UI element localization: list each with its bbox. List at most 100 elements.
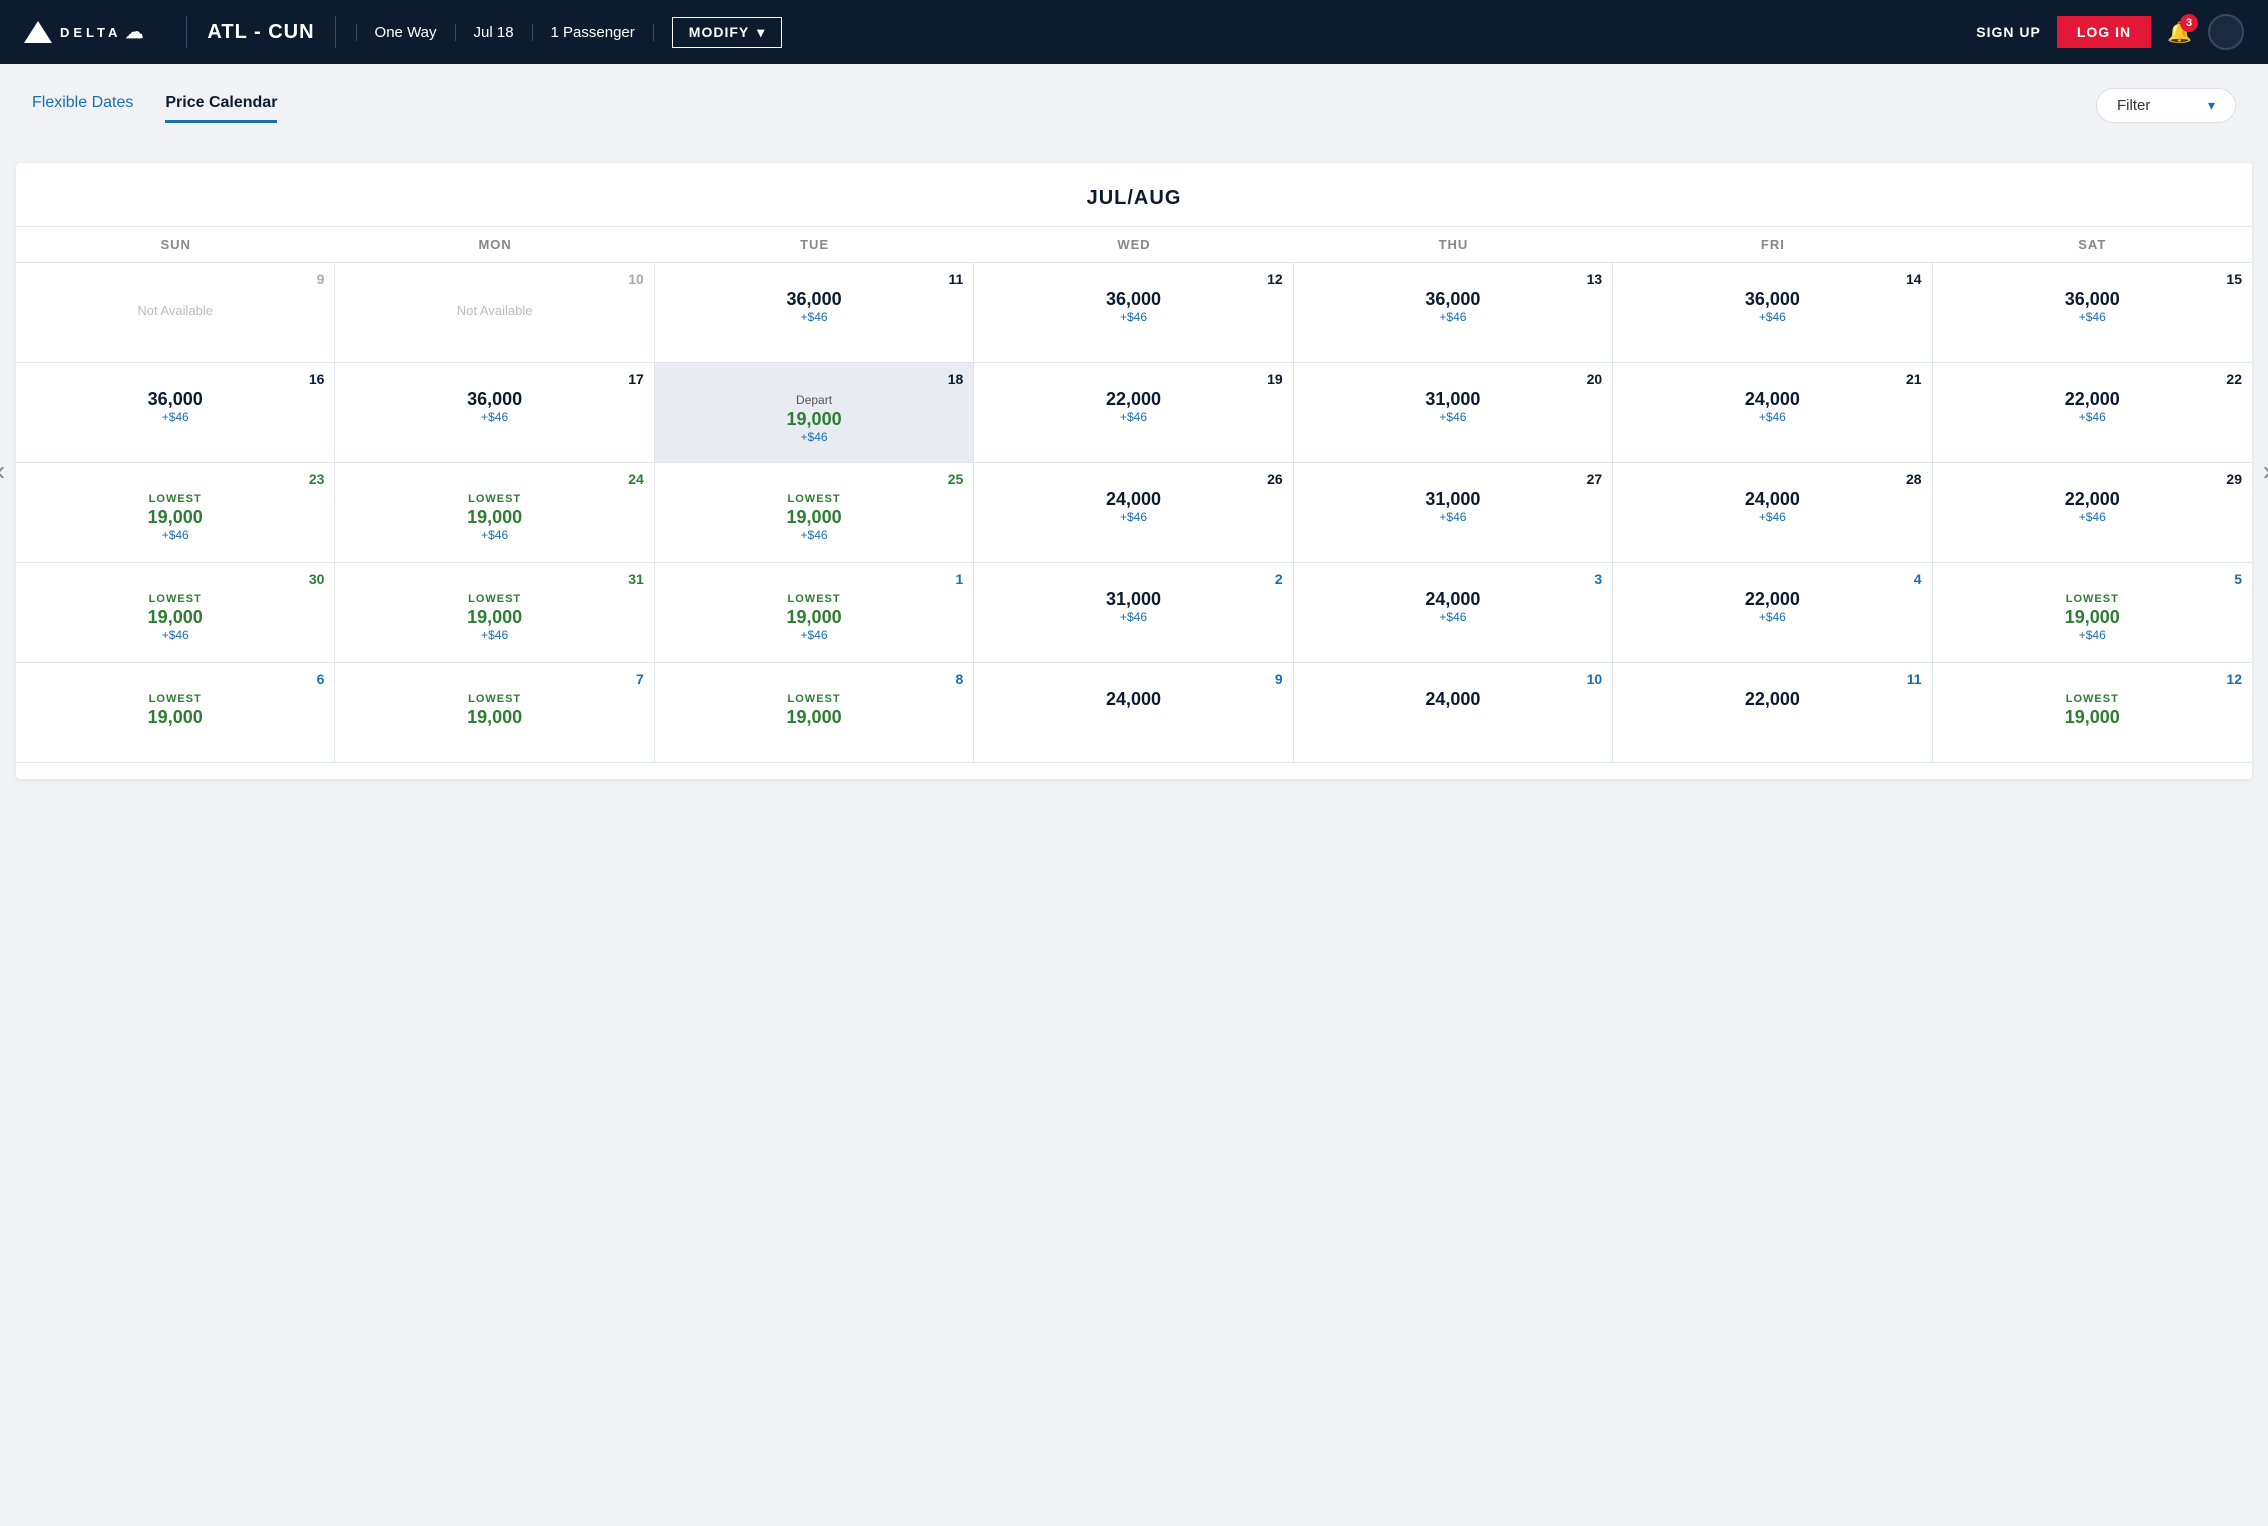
cell-date: 5 <box>1943 571 2242 587</box>
flight-date: Jul 18 <box>456 24 533 41</box>
calendar-cell[interactable]: 9Not Available <box>16 263 335 363</box>
cell-date: 12 <box>1943 671 2242 687</box>
cell-price: 19,000 <box>148 707 203 728</box>
lowest-label: LOWEST <box>468 693 521 705</box>
cell-tax: +$46 <box>1120 610 1147 624</box>
cell-date: 13 <box>1304 271 1602 287</box>
cell-date: 20 <box>1304 371 1602 387</box>
cell-price: 36,000 <box>1425 289 1480 310</box>
calendar-cell[interactable]: 2124,000+$46 <box>1613 363 1932 463</box>
cell-tax: +$46 <box>1439 310 1466 324</box>
day-header-mon: MON <box>335 227 654 262</box>
cell-tax: +$46 <box>1439 510 1466 524</box>
lowest-label: LOWEST <box>2066 693 2119 705</box>
cell-tax: +$46 <box>2079 310 2106 324</box>
cell-tax: +$46 <box>1120 310 1147 324</box>
cell-price: 31,000 <box>1425 389 1480 410</box>
cell-price: 24,000 <box>1106 689 1161 710</box>
calendar-cell[interactable]: 5LOWEST19,000+$46 <box>1933 563 2252 663</box>
calendar-cell[interactable]: 25LOWEST19,000+$46 <box>655 463 974 563</box>
cell-date: 3 <box>1304 571 1602 587</box>
calendar-cell[interactable]: 18Depart19,000+$46 <box>655 363 974 463</box>
cell-price: 24,000 <box>1745 389 1800 410</box>
cell-price: 19,000 <box>467 607 522 628</box>
calendar-cell[interactable]: 1436,000+$46 <box>1613 263 1932 363</box>
user-avatar <box>2208 14 2244 50</box>
calendar-cell[interactable]: 9 24,000 <box>974 663 1293 763</box>
calendar-cell[interactable]: 1636,000+$46 <box>16 363 335 463</box>
day-header-sat: SAT <box>1933 227 2252 262</box>
notification-button[interactable]: 🔔 3 <box>2167 20 2192 45</box>
cell-price: 22,000 <box>2065 489 2120 510</box>
cell-tax: +$46 <box>481 528 508 542</box>
cell-price: 36,000 <box>148 389 203 410</box>
calendar-cell[interactable]: 24LOWEST19,000+$46 <box>335 463 654 563</box>
calendar-cell[interactable]: 2731,000+$46 <box>1294 463 1613 563</box>
calendar-cell[interactable]: 8LOWEST19,000 <box>655 663 974 763</box>
calendar-cell[interactable]: 23LOWEST19,000+$46 <box>16 463 335 563</box>
cell-price: 19,000 <box>467 707 522 728</box>
calendar-cell[interactable]: 1236,000+$46 <box>974 263 1293 363</box>
calendar-cell[interactable]: 13 36,000+$46 <box>1294 263 1613 363</box>
cell-price: 36,000 <box>787 289 842 310</box>
cell-date: 9 <box>26 271 324 287</box>
signup-button[interactable]: SIGN UP <box>1976 24 2041 40</box>
cell-tax: +$46 <box>1759 610 1786 624</box>
trip-type: One Way <box>356 24 456 41</box>
cell-date: 15 <box>1943 271 2242 287</box>
calendar-cell[interactable]: 1024,000 <box>1294 663 1613 763</box>
calendar-cell[interactable]: 1122,000 <box>1613 663 1932 763</box>
modify-button[interactable]: MODIFY ▾ <box>672 17 782 48</box>
cell-price: 36,000 <box>467 389 522 410</box>
calendar-cell[interactable]: 2624,000+$46 <box>974 463 1293 563</box>
calendar-cell[interactable]: 4 22,000+$46 <box>1613 563 1932 663</box>
calendar-cell[interactable]: 231,000+$46 <box>974 563 1293 663</box>
cell-tax: +$46 <box>1120 410 1147 424</box>
next-month-button[interactable]: › <box>2263 455 2268 487</box>
calendar-cell[interactable]: 3 24,000+$46 <box>1294 563 1613 663</box>
day-header-wed: WED <box>974 227 1293 262</box>
calendar-cell[interactable]: 2031,000+$46 <box>1294 363 1613 463</box>
cell-price: 24,000 <box>1425 589 1480 610</box>
day-header-tue: TUE <box>655 227 974 262</box>
day-header-sun: SUN <box>16 227 335 262</box>
tab-price-calendar[interactable]: Price Calendar <box>165 94 277 123</box>
cell-tax: +$46 <box>1759 510 1786 524</box>
calendar-cell[interactable]: 15 36,000+$46 <box>1933 263 2252 363</box>
cell-date: 9 <box>984 671 1282 687</box>
cell-price: 19,000 <box>787 409 842 430</box>
calendar-cell[interactable]: 2922,000+$46 <box>1933 463 2252 563</box>
cell-price: 19,000 <box>787 507 842 528</box>
cell-price: 36,000 <box>2065 289 2120 310</box>
cell-date: 11 <box>1623 671 1921 687</box>
cell-price: 19,000 <box>467 507 522 528</box>
lowest-label: LOWEST <box>788 693 841 705</box>
filter-button[interactable]: Filter ▾ <box>2096 88 2236 123</box>
calendar-cell[interactable]: 2222,000+$46 <box>1933 363 2252 463</box>
calendar-cell[interactable]: 1922,000+$46 <box>974 363 1293 463</box>
prev-month-button[interactable]: ‹ <box>0 455 5 487</box>
cell-date: 8 <box>665 671 963 687</box>
cell-tax: +$46 <box>1439 610 1466 624</box>
calendar-grid: 9Not Available10Not Available1136,000+$4… <box>16 263 2252 763</box>
view-tabs: Flexible Dates Price Calendar <box>32 94 277 123</box>
tab-flexible-dates[interactable]: Flexible Dates <box>32 94 133 123</box>
calendar-cell[interactable]: 6LOWEST19,000 <box>16 663 335 763</box>
calendar-cell[interactable]: 1736,000+$46 <box>335 363 654 463</box>
app-header: DELTA ☁ ATL - CUN One Way Jul 18 1 Passe… <box>0 0 2268 64</box>
cell-date: 4 <box>1623 571 1921 587</box>
calendar-cell[interactable]: 30LOWEST19,000+$46 <box>16 563 335 663</box>
calendar-cell[interactable]: 1LOWEST19,000+$46 <box>655 563 974 663</box>
cell-price: 22,000 <box>1745 589 1800 610</box>
calendar-cell[interactable]: 31LOWEST19,000+$46 <box>335 563 654 663</box>
login-button[interactable]: LOG IN <box>2057 16 2151 48</box>
calendar-cell[interactable]: 2824,000+$46 <box>1613 463 1932 563</box>
calendar-cell[interactable]: 1136,000+$46 <box>655 263 974 363</box>
calendar-cell[interactable]: 10Not Available <box>335 263 654 363</box>
cell-price: 31,000 <box>1425 489 1480 510</box>
calendar-cell[interactable]: 7LOWEST19,000 <box>335 663 654 763</box>
cell-date: 23 <box>26 471 324 487</box>
calendar-cell[interactable]: 12LOWEST19,000 <box>1933 663 2252 763</box>
cell-tax: +$46 <box>481 628 508 642</box>
cell-date: 12 <box>984 271 1282 287</box>
